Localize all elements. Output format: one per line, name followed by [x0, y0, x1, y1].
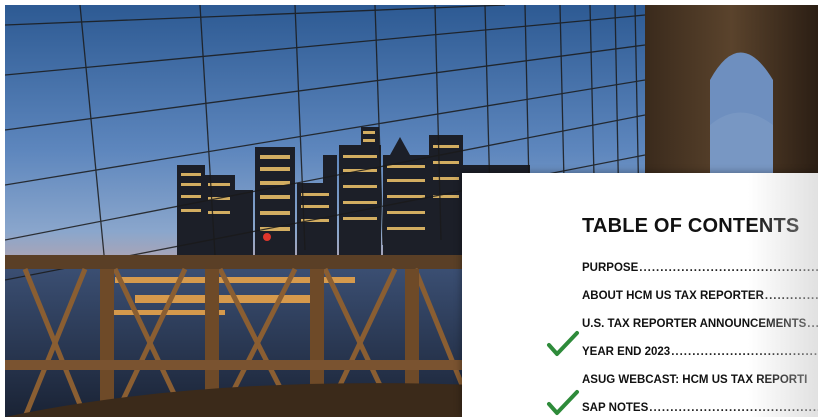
toc-entry-about-hcm-us-tax-reporter[interactable]: ABOUT HCM US TAX REPORTER ..............…: [582, 282, 818, 302]
checkmark-icon: [547, 390, 579, 415]
toc-leader-dots: ........................................…: [671, 346, 818, 358]
toc-entry-tax-reporter-announcements[interactable]: U.S. TAX REPORTER ANNOUNCEMENTS ........…: [582, 310, 818, 330]
table-of-contents-panel: TABLE OF CONTENTS PURPOSE ..............…: [462, 173, 818, 417]
toc-title: TABLE OF CONTENTS: [582, 215, 800, 237]
toc-entry-label: ASUG WEBCAST: HCM US TAX REPORTI: [582, 374, 808, 386]
toc-entry-asug-webcast[interactable]: ASUG WEBCAST: HCM US TAX REPORTI: [582, 366, 818, 386]
toc-leader-dots: ........................................…: [639, 262, 818, 274]
toc-entry-label: SAP NOTES: [582, 402, 649, 414]
toc-entry-year-end-2023[interactable]: YEAR END 2023 ..........................…: [582, 338, 818, 358]
checkmark-icon: [547, 331, 579, 356]
toc-entry-sap-notes[interactable]: SAP NOTES ..............................…: [582, 394, 818, 414]
toc-entry-label: YEAR END 2023: [582, 346, 671, 358]
toc-leader-dots: ........................................…: [649, 402, 818, 414]
toc-entry-label: PURPOSE: [582, 262, 639, 274]
toc-entry-purpose[interactable]: PURPOSE ................................…: [582, 254, 818, 274]
toc-entry-label: ABOUT HCM US TAX REPORTER: [582, 290, 764, 302]
toc-leader-dots: ......................................: [807, 318, 818, 330]
toc-leader-dots: ........................................…: [764, 290, 818, 302]
toc-entry-label: U.S. TAX REPORTER ANNOUNCEMENTS: [582, 318, 807, 330]
